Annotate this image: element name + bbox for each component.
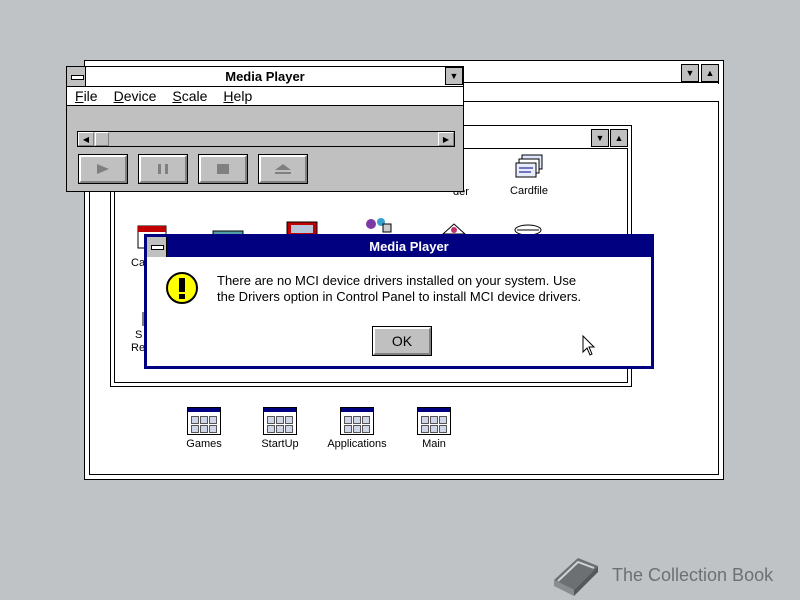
down-arrow-icon: ▼	[595, 132, 605, 143]
mouse-pointer-icon	[582, 334, 596, 357]
error-dialog: Media Player There are no MCI device dri…	[144, 234, 654, 369]
play-icon	[97, 164, 109, 174]
group-label: Main	[422, 438, 446, 450]
eject-icon	[275, 164, 291, 174]
pause-button[interactable]	[138, 154, 188, 184]
group-label: Games	[186, 438, 222, 450]
menu-device[interactable]: Device	[114, 88, 157, 104]
ok-button[interactable]: OK	[372, 326, 432, 356]
group-label: Applications	[327, 438, 387, 450]
right-arrow-icon: ▶	[442, 134, 450, 144]
up-arrow-icon: ▲	[705, 67, 715, 78]
scroll-thumb[interactable]	[95, 132, 109, 146]
program-group-icon	[263, 407, 297, 435]
up-arrow-icon: ▲	[614, 132, 624, 143]
maximize-button[interactable]: ▲	[701, 64, 719, 82]
group-label: StartUp	[261, 438, 299, 450]
stop-icon	[217, 164, 229, 174]
icon-label-partial: Ca	[131, 257, 146, 269]
icon-label-partial: S	[135, 329, 143, 341]
program-group-icon	[417, 407, 451, 435]
down-arrow-icon: ▼	[685, 67, 695, 78]
control-menu-icon	[71, 75, 84, 80]
position-scrollbar[interactable]: ◀ ▶	[77, 131, 455, 147]
minimize-button[interactable]: ▼	[681, 64, 699, 82]
stop-button[interactable]	[198, 154, 248, 184]
group-games[interactable]: Games	[181, 407, 227, 450]
program-group-icon	[340, 407, 374, 435]
cardfile-item[interactable]: Cardfile	[509, 154, 549, 197]
cardfile-icon	[515, 154, 543, 178]
menu-file[interactable]: File	[75, 88, 98, 104]
menu-scale[interactable]: Scale	[172, 88, 207, 104]
control-menu-icon	[151, 245, 164, 250]
scroll-right-button[interactable]: ▶	[438, 132, 454, 146]
media-player-window: Media Player ▼ File Device Scale Help ◀ …	[66, 66, 464, 192]
pause-icon	[158, 164, 168, 174]
program-group-icon	[187, 407, 221, 435]
exclamation-icon	[165, 271, 199, 305]
left-arrow-icon: ◀	[82, 134, 90, 144]
dialog-message: There are no MCI device drivers installe…	[217, 273, 647, 305]
menu-help[interactable]: Help	[223, 88, 252, 104]
minimize-button[interactable]: ▼	[445, 67, 463, 85]
dialog-title: Media Player	[369, 239, 449, 254]
window-title: Media Player	[225, 69, 305, 84]
control-menu-button[interactable]	[147, 237, 167, 257]
group-startup[interactable]: StartUp	[257, 407, 303, 450]
maximize-button[interactable]: ▲	[610, 129, 628, 147]
watermark-text: The Collection Book	[612, 564, 774, 585]
icon-label-partial: Re	[131, 342, 146, 354]
group-main[interactable]: Main	[411, 407, 457, 450]
dialog-message-line: There are no MCI device drivers installe…	[217, 273, 577, 288]
group-applications[interactable]: Applications	[327, 407, 387, 450]
play-button[interactable]	[78, 154, 128, 184]
media-player-titlebar[interactable]: Media Player ▼	[67, 67, 463, 87]
eject-button[interactable]	[258, 154, 308, 184]
book-icon	[554, 558, 598, 596]
watermark: The Collection Book	[548, 552, 793, 598]
character-map-icon[interactable]	[361, 216, 395, 234]
dialog-message-line: the Drivers option in Control Panel to i…	[217, 289, 582, 304]
program-groups: Games StartUp Applications Main	[181, 407, 457, 450]
icon-label: Cardfile	[510, 185, 548, 197]
dialog-titlebar[interactable]: Media Player	[147, 237, 651, 257]
down-arrow-icon: ▼	[449, 70, 459, 81]
minimize-button[interactable]: ▼	[591, 129, 609, 147]
media-player-menubar: File Device Scale Help	[67, 87, 463, 106]
control-menu-button[interactable]	[67, 67, 86, 86]
scroll-left-button[interactable]: ◀	[78, 132, 94, 146]
